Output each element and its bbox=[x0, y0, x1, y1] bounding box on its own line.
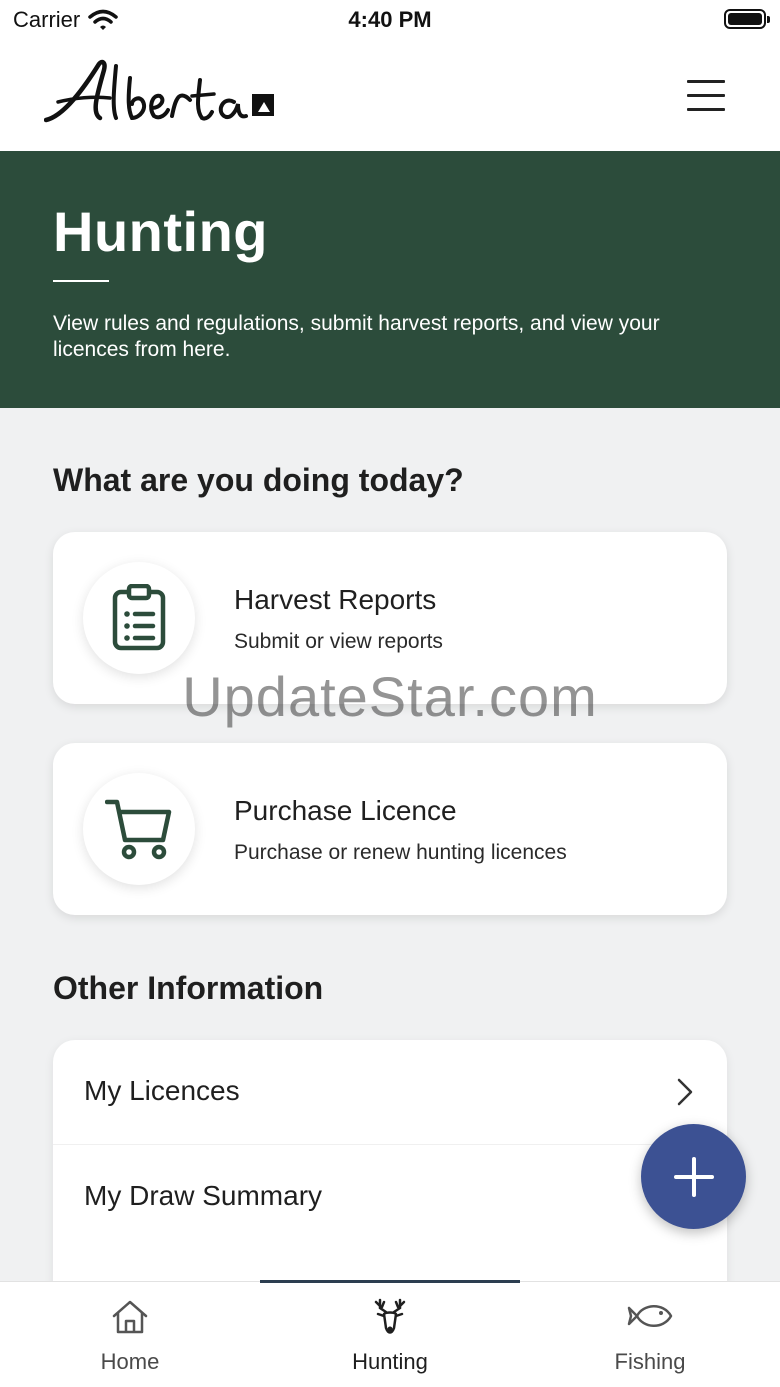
icon-circle bbox=[83, 773, 195, 885]
alberta-logo[interactable] bbox=[43, 58, 276, 128]
status-bar: Carrier 4:40 PM bbox=[0, 0, 780, 40]
clipboard-icon bbox=[112, 584, 166, 651]
my-draw-summary-row[interactable]: My Draw Summary bbox=[53, 1145, 727, 1249]
other-info-list: My Licences My Draw Summary bbox=[53, 1040, 727, 1300]
purchase-licence-card[interactable]: Purchase Licence Purchase or renew hunti… bbox=[53, 743, 727, 915]
deer-icon bbox=[374, 1298, 406, 1334]
icon-circle bbox=[83, 562, 195, 674]
my-licences-row[interactable]: My Licences bbox=[53, 1040, 727, 1145]
page-title: Hunting bbox=[53, 200, 268, 263]
cart-icon bbox=[105, 799, 172, 860]
app-header bbox=[0, 40, 780, 151]
hamburger-menu-icon[interactable] bbox=[684, 76, 728, 116]
tab-fishing[interactable]: Fishing bbox=[520, 1282, 780, 1387]
card-title: Purchase Licence bbox=[234, 795, 457, 826]
row-label: My Licences bbox=[84, 1075, 240, 1106]
other-info-heading: Other Information bbox=[53, 970, 324, 1006]
card-subtitle: Purchase or renew hunting licences bbox=[234, 841, 567, 864]
card-title: Harvest Reports bbox=[234, 584, 437, 615]
plus-icon bbox=[673, 1156, 714, 1197]
home-icon bbox=[112, 1300, 148, 1334]
active-tab-indicator bbox=[260, 1280, 520, 1283]
clock: 4:40 PM bbox=[348, 7, 432, 32]
actions-heading: What are you doing today? bbox=[53, 462, 464, 498]
card-subtitle: Submit or view reports bbox=[234, 630, 443, 653]
hero-banner: Hunting View rules and regulations, subm… bbox=[0, 151, 780, 408]
battery-icon bbox=[724, 9, 770, 29]
chevron-right-icon bbox=[677, 1078, 693, 1106]
tab-label: Home bbox=[100, 1349, 160, 1374]
tab-home[interactable]: Home bbox=[0, 1282, 260, 1387]
tab-label: Fishing bbox=[614, 1349, 686, 1374]
title-underline bbox=[53, 280, 109, 282]
row-label: My Draw Summary bbox=[84, 1180, 323, 1211]
fish-icon bbox=[627, 1305, 673, 1327]
page-description: View rules and regulations, submit harve… bbox=[53, 312, 660, 361]
add-fab-button[interactable] bbox=[641, 1124, 746, 1229]
tab-hunting[interactable]: Hunting bbox=[260, 1280, 520, 1387]
watermark: UpdateStar.com bbox=[182, 665, 598, 728]
bottom-tab-bar: Home Hunting Fishing bbox=[0, 1280, 780, 1387]
tab-label: Hunting bbox=[352, 1349, 428, 1374]
